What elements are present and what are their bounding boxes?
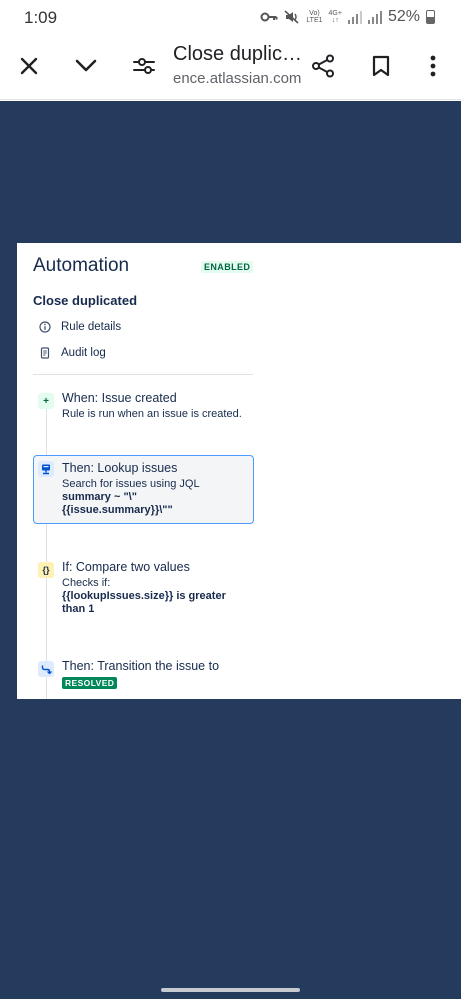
rule-step-transition[interactable]: Then: Transition the issue to RESOLVED [33, 659, 254, 691]
automation-title: Automation [33, 255, 130, 276]
step-title: Then: Transition the issue to [62, 659, 220, 673]
share-button[interactable] [307, 50, 339, 82]
share-icon [312, 54, 334, 78]
rule-step-condition[interactable]: {} If: Compare two values Checks if: {{l… [33, 560, 254, 616]
resolved-badge: RESOLVED [62, 677, 118, 689]
plus-icon: + [38, 393, 54, 409]
minimize-button[interactable] [70, 50, 102, 82]
rule-step-trigger[interactable]: + When: Issue created Rule is run when a… [33, 391, 254, 421]
bookmark-button[interactable] [365, 50, 397, 82]
bookmark-icon [372, 55, 390, 77]
automation-panel: Automation ENABLED Close duplicated Rule… [17, 243, 461, 699]
volte-indicator: Vo) LTE1 [306, 10, 322, 24]
rule-name: Close duplicated [33, 293, 138, 308]
step-title: Then: Lookup issues [62, 461, 178, 475]
status-bar: 1:09 Vo) LTE1 4G+ ↓↑ 52% [0, 0, 461, 36]
page-url: ence.atlassian.com [173, 70, 301, 87]
lookup-icon [38, 461, 54, 477]
tune-icon [133, 58, 155, 74]
info-icon [39, 321, 51, 333]
condition-expression: {{lookupIssues.size}} is greater than 1 [62, 590, 226, 615]
nav-item-label: Rule details [61, 321, 122, 333]
battery-percent: 52% [387, 8, 420, 25]
nav-item-audit-log[interactable]: Audit log [39, 347, 106, 359]
divider [33, 374, 253, 375]
step-description-text: Checks if: [62, 577, 111, 589]
step-description-text: Search for issues using JQL [62, 478, 200, 490]
lte-label: LTE1 [306, 17, 323, 24]
home-indicator[interactable] [161, 988, 300, 992]
status-icons: Vo) LTE1 4G+ ↓↑ 52% [260, 8, 435, 26]
browser-toolbar: Close duplic… ence.atlassian.com [0, 36, 461, 100]
status-badge: ENABLED [201, 261, 254, 273]
document-icon [39, 347, 51, 359]
nav-item-rule-details[interactable]: Rule details [39, 321, 121, 333]
title-block[interactable]: Close duplic… ence.atlassian.com [173, 43, 301, 87]
page-controls-button[interactable] [128, 50, 160, 82]
volte-label: Vo) [309, 10, 320, 17]
more-options-button[interactable] [417, 50, 449, 82]
close-icon [20, 57, 38, 75]
jql-query: summary ~ "\" {{issue.summary}}\"" [62, 491, 173, 516]
mute-icon [284, 10, 299, 24]
network-indicator: 4G+ ↓↑ [329, 10, 342, 24]
network-type-label: 4G+ [328, 10, 342, 17]
status-time: 1:09 [24, 8, 58, 27]
step-description: Rule is run when an issue is created. [62, 408, 242, 420]
vpn-key-icon [260, 12, 278, 22]
battery-icon [426, 10, 435, 24]
rule-timeline [46, 403, 47, 699]
braces-icon: {} [38, 562, 54, 578]
chevron-down-icon [75, 59, 97, 72]
more-vert-icon [430, 55, 436, 77]
rule-step-lookup-issues[interactable]: Then: Lookup issues Search for issues us… [33, 455, 254, 524]
step-title: If: Compare two values [62, 560, 190, 574]
data-arrows-label: ↓↑ [331, 17, 339, 24]
signal-icon-2 [367, 10, 382, 24]
nav-item-label: Audit log [61, 347, 106, 359]
step-description: Checks if: {{lookupIssues.size}} is grea… [62, 577, 254, 616]
step-title: When: Issue created [62, 391, 177, 405]
transition-icon [38, 661, 54, 677]
close-button[interactable] [13, 50, 45, 82]
step-description: Search for issues using JQL summary ~ "\… [62, 478, 253, 517]
signal-icon [347, 10, 362, 24]
page-title: Close duplic… [173, 43, 301, 65]
